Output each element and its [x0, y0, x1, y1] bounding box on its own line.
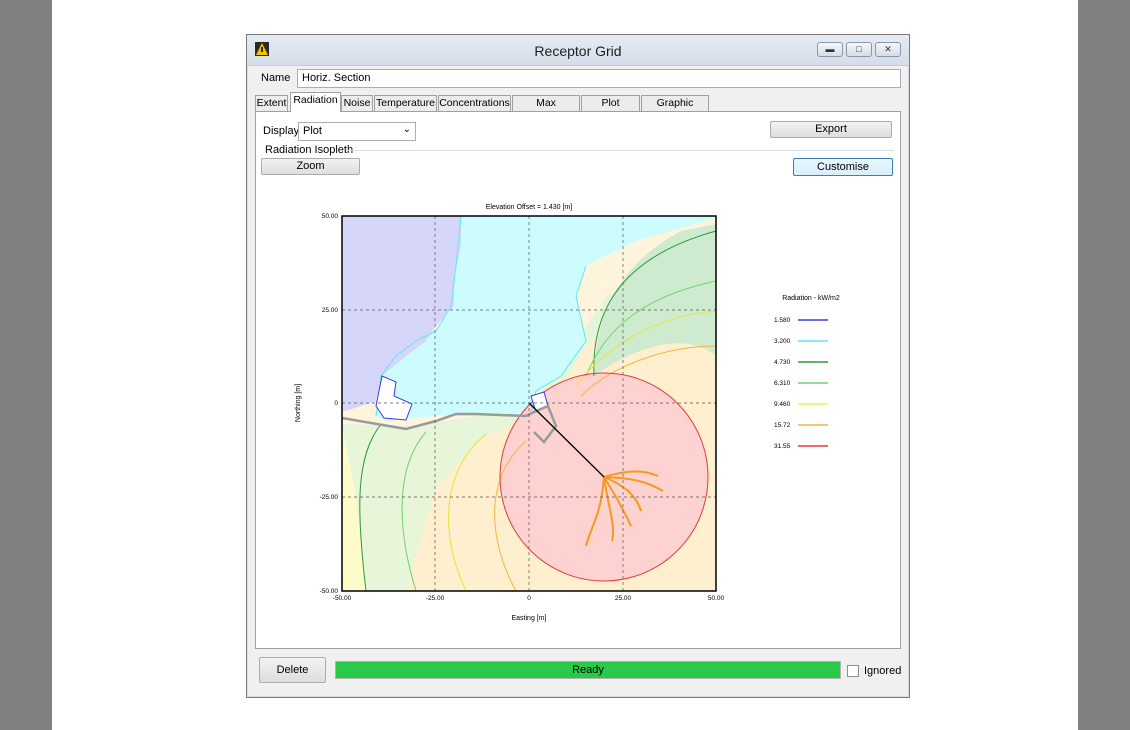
receptor-grid-window: Receptor Grid ▬ □ ✕ Name Horiz. Section … [246, 34, 910, 698]
legend-level-label: 4.730 [774, 359, 791, 366]
legend-level-label: 6.310 [774, 380, 791, 387]
y-tick-label: -50.00 [320, 588, 339, 595]
ignored-checkbox[interactable] [847, 665, 859, 677]
y-tick-label: 50.00 [322, 213, 339, 220]
title-bar[interactable]: Receptor Grid ▬ □ ✕ [247, 35, 909, 66]
minimize-icon: ▬ [825, 44, 835, 54]
tab-concentrations[interactable]: Concentrations [438, 95, 511, 111]
x-axis-label: Easting [m] [511, 615, 546, 622]
tab-extent[interactable]: Extent [255, 95, 288, 111]
isopleth-chart: Elevation Offset = 1.430 [m] 50.00 25.00… [295, 204, 840, 622]
name-label: Name [261, 72, 291, 84]
delete-button-label: Delete [276, 664, 309, 676]
status-text: Ready [572, 664, 604, 676]
close-button[interactable]: ✕ [875, 42, 901, 57]
x-tick-label: 25.00 [615, 595, 632, 602]
radiation-isopleth-group-label: Radiation Isopleth [265, 144, 354, 156]
x-tick-label: 0 [527, 595, 531, 602]
ignored-label: Ignored [864, 665, 902, 677]
group-divider [346, 150, 894, 151]
window-title: Receptor Grid [534, 43, 622, 59]
maximize-icon: □ [856, 44, 862, 54]
display-select-value: Plot [303, 125, 322, 137]
display-select[interactable]: Plot ⌄ [298, 122, 416, 141]
close-icon: ✕ [884, 44, 892, 54]
legend-level-label: 9.460 [774, 401, 791, 408]
tab-noise[interactable]: Noise [341, 95, 373, 111]
minimize-button[interactable]: ▬ [817, 42, 843, 57]
status-progress-bar: Ready [335, 661, 841, 679]
legend-level-label: 1.580 [774, 317, 791, 324]
y-axis-label: Northing [m] [295, 384, 302, 422]
tab-graphic-report[interactable]: Graphic Report [641, 95, 709, 124]
y-tick-label: 0 [334, 400, 338, 407]
zoom-button[interactable]: Zoom [261, 158, 360, 175]
radiation-panel: Display Plot ⌄ Export Radiation Isopleth… [255, 111, 901, 649]
tab-max-radiation[interactable]: Max Radiation [512, 95, 580, 124]
tab-plot-overlay[interactable]: Plot Overlay [581, 95, 640, 124]
x-tick-label: 50.00 [708, 595, 725, 602]
name-input[interactable]: Horiz. Section [297, 69, 901, 88]
legend-title: Radiation - kW/m2 [782, 295, 840, 302]
chevron-down-icon: ⌄ [402, 124, 411, 135]
display-label: Display [263, 125, 300, 137]
tab-temperature[interactable]: Temperature [374, 95, 437, 111]
x-tick-label: -25.00 [426, 595, 445, 602]
legend-level-label: 15.72 [774, 422, 791, 429]
chart-title: Elevation Offset = 1.430 [m] [486, 204, 573, 211]
tab-radiation[interactable]: Radiation [290, 92, 341, 112]
customise-button[interactable]: Customise [793, 158, 893, 176]
x-tick-label: -50.00 [333, 595, 352, 602]
y-tick-label: -25.00 [320, 494, 339, 501]
export-button[interactable]: Export [770, 121, 892, 138]
legend: 1.580 3.200 4.730 6.310 9.460 15.72 31.55 [774, 317, 828, 450]
delete-button[interactable]: Delete [259, 657, 326, 683]
y-tick-label: 25.00 [322, 307, 339, 314]
legend-level-label: 31.55 [774, 443, 791, 450]
legend-level-label: 3.200 [774, 338, 791, 345]
maximize-button[interactable]: □ [846, 42, 872, 57]
